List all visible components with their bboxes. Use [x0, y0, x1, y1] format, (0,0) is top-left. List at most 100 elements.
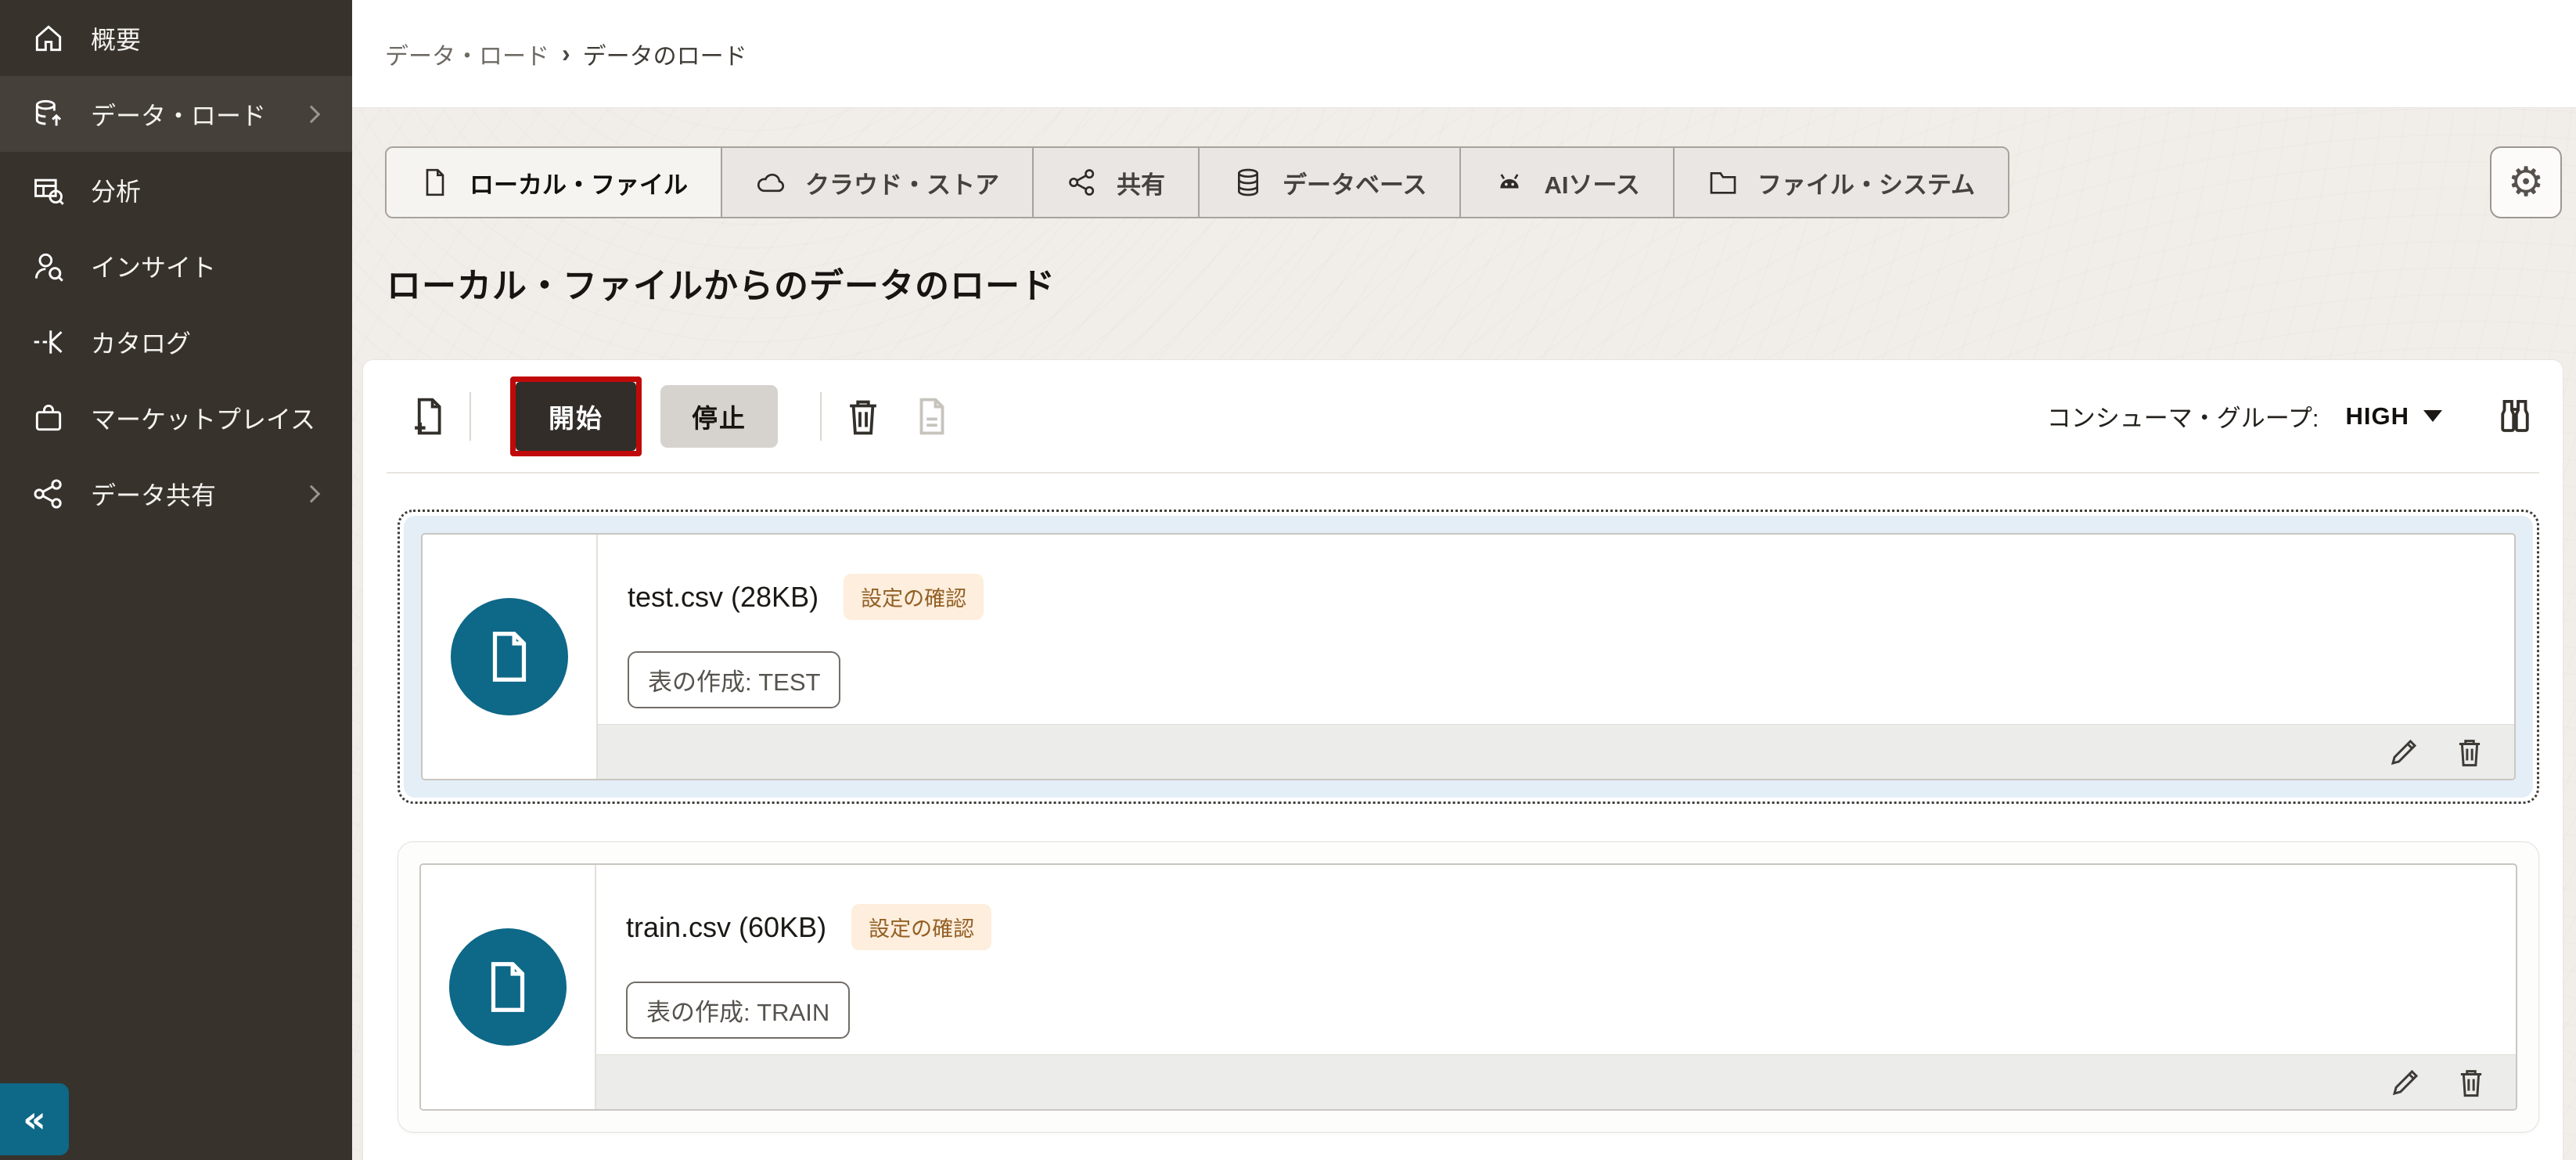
tab-share[interactable]: 共有	[1032, 148, 1198, 217]
tabs-row: ローカル・ファイル クラウド・ストア 共有 データベース AIソース ファイル・…	[385, 146, 2563, 218]
tab-label: ローカル・ファイル	[470, 171, 688, 199]
sidebar-item-overview[interactable]: 概要	[0, 0, 352, 76]
report-button[interactable]	[911, 395, 953, 438]
status-badge: 設定の確認	[844, 574, 984, 620]
breadcrumb-separator: ›	[562, 39, 570, 67]
sidebar-item-label: カタログ	[91, 329, 192, 358]
file-card-footer	[598, 724, 2514, 779]
consumer-group-select[interactable]: HIGH	[2345, 402, 2442, 430]
pencil-icon	[2391, 739, 2417, 765]
file-name: test.csv (28KB)	[628, 580, 819, 613]
sidebar-item-data-share[interactable]: データ共有	[0, 456, 352, 531]
data-load-icon	[31, 97, 66, 131]
sidebar-item-marketplace[interactable]: マーケットプレイス	[0, 380, 352, 456]
file-avatar	[449, 928, 567, 1046]
sidebar-item-label: データ・ロード	[91, 101, 267, 130]
sidebar-item-label: インサイト	[91, 253, 217, 282]
document-icon	[919, 398, 944, 434]
database-icon	[1232, 167, 1264, 198]
remove-file-button[interactable]	[2453, 736, 2486, 769]
start-button-highlight: 開始	[510, 376, 642, 456]
source-tabs: ローカル・ファイル クラウド・ストア 共有 データベース AIソース ファイル・…	[385, 146, 2009, 218]
sidebar-item-data-load[interactable]: データ・ロード	[0, 76, 352, 152]
file-card-selection-fill: test.csv (28KB) 設定の確認 表の作成: TEST	[404, 516, 2533, 798]
file-avatar	[451, 598, 568, 715]
trash-icon	[2460, 1069, 2482, 1097]
toolbar-divider	[470, 391, 471, 441]
breadcrumb-current: データのロード	[582, 43, 747, 70]
main-area: データ・ロード › データのロード ローカル・ファイル クラウド・ストア 共有 …	[352, 0, 2576, 1160]
file-card-wrapper[interactable]: train.csv (60KB) 設定の確認 表の作成: TRAIN	[398, 841, 2539, 1133]
page-title: ローカル・ファイルからのデータのロード	[387, 267, 1056, 305]
file-card-body: test.csv (28KB) 設定の確認 表の作成: TEST	[598, 535, 2514, 724]
file-card-wrapper-selected[interactable]: test.csv (28KB) 設定の確認 表の作成: TEST	[398, 510, 2539, 804]
tab-ai-source[interactable]: AIソース	[1459, 148, 1673, 217]
status-badge: 設定の確認	[851, 904, 992, 950]
sidebar-item-label: マーケットプレイス	[91, 405, 316, 434]
data-share-icon	[31, 477, 66, 511]
toolbar-right-group: コンシューマ・グループ: HIGH	[2047, 395, 2536, 438]
analysis-icon	[31, 173, 66, 207]
edit-settings-button[interactable]	[2387, 736, 2420, 769]
tab-label: 共有	[1117, 171, 1165, 199]
marketplace-icon	[31, 401, 66, 435]
binoculars-icon	[2501, 399, 2529, 432]
file-card-avatar-column	[423, 535, 598, 779]
catalog-icon	[31, 325, 66, 359]
trash-icon	[2459, 739, 2481, 766]
tab-database[interactable]: データベース	[1198, 148, 1460, 217]
pencil-icon	[2392, 1069, 2419, 1095]
tab-label: AIソース	[1544, 171, 1640, 199]
start-button[interactable]: 開始	[516, 381, 636, 451]
file-card-content: train.csv (60KB) 設定の確認 表の作成: TRAIN	[596, 865, 2516, 1109]
stop-button[interactable]: 停止	[660, 384, 778, 448]
top-bar: データ・ロード › データのロード	[352, 0, 2576, 108]
breadcrumb-parent-link[interactable]: データ・ロード	[385, 37, 549, 71]
chevron-right-icon	[302, 105, 321, 123]
collapse-chevrons-icon: «	[23, 1098, 46, 1140]
file-card: train.csv (60KB) 設定の確認 表の作成: TRAIN	[419, 863, 2517, 1111]
preview-button[interactable]	[2494, 395, 2536, 438]
toolbar: 開始 停止 コンシューマ・グループ: HIGH	[363, 360, 2563, 472]
tab-cloud-store[interactable]: クラウド・ストア	[721, 148, 1032, 217]
content-area: ローカル・ファイル クラウド・ストア 共有 データベース AIソース ファイル・…	[352, 108, 2576, 1160]
file-card-footer	[596, 1054, 2516, 1109]
tab-label: クラウド・ストア	[805, 171, 999, 199]
file-icon	[419, 167, 451, 198]
sidebar-item-label: データ共有	[91, 481, 217, 510]
file-name: train.csv (60KB)	[626, 910, 827, 943]
add-file-button[interactable]	[407, 395, 449, 438]
create-table-chip: 表の作成: TRAIN	[626, 982, 851, 1039]
file-card: test.csv (28KB) 設定の確認 表の作成: TEST	[421, 533, 2516, 780]
folder-icon	[1707, 167, 1739, 198]
share-icon	[1067, 167, 1098, 198]
chevron-right-icon	[302, 485, 321, 503]
gear-icon: ⚙	[2507, 159, 2545, 206]
tab-label: データベース	[1283, 171, 1427, 199]
tab-label: ファイル・システム	[1757, 171, 1975, 199]
sidebar-item-catalog[interactable]: カタログ	[0, 304, 352, 380]
cloud-icon	[755, 167, 786, 198]
caret-down-icon	[2423, 410, 2442, 422]
remove-file-button[interactable]	[2455, 1066, 2488, 1099]
edit-settings-button[interactable]	[2389, 1066, 2422, 1099]
consumer-group-value: HIGH	[2345, 402, 2409, 430]
insights-icon	[31, 249, 66, 283]
tab-local-file[interactable]: ローカル・ファイル	[387, 148, 721, 217]
file-icon	[491, 962, 525, 1012]
delete-button[interactable]	[842, 395, 884, 438]
file-card-content: test.csv (28KB) 設定の確認 表の作成: TEST	[598, 535, 2514, 779]
tab-file-system[interactable]: ファイル・システム	[1672, 148, 2008, 217]
sidebar-item-insights[interactable]: インサイト	[0, 228, 352, 304]
file-icon	[492, 632, 527, 682]
file-card-avatar-column	[421, 865, 596, 1109]
file-card-fill: train.csv (60KB) 設定の確認 表の作成: TRAIN	[402, 846, 2535, 1128]
file-card-body: train.csv (60KB) 設定の確認 表の作成: TRAIN	[596, 865, 2516, 1054]
settings-button[interactable]: ⚙	[2490, 146, 2562, 218]
data-load-panel: 開始 停止 コンシューマ・グループ: HIGH test.csv (28KB) …	[362, 359, 2563, 1160]
sidebar-item-label: 分析	[91, 177, 142, 206]
consumer-group-label: コンシューマ・グループ:	[2046, 405, 2319, 432]
sidebar-collapse-button[interactable]: «	[0, 1083, 69, 1155]
add-file-icon	[415, 398, 441, 434]
sidebar-item-analysis[interactable]: 分析	[0, 152, 352, 228]
